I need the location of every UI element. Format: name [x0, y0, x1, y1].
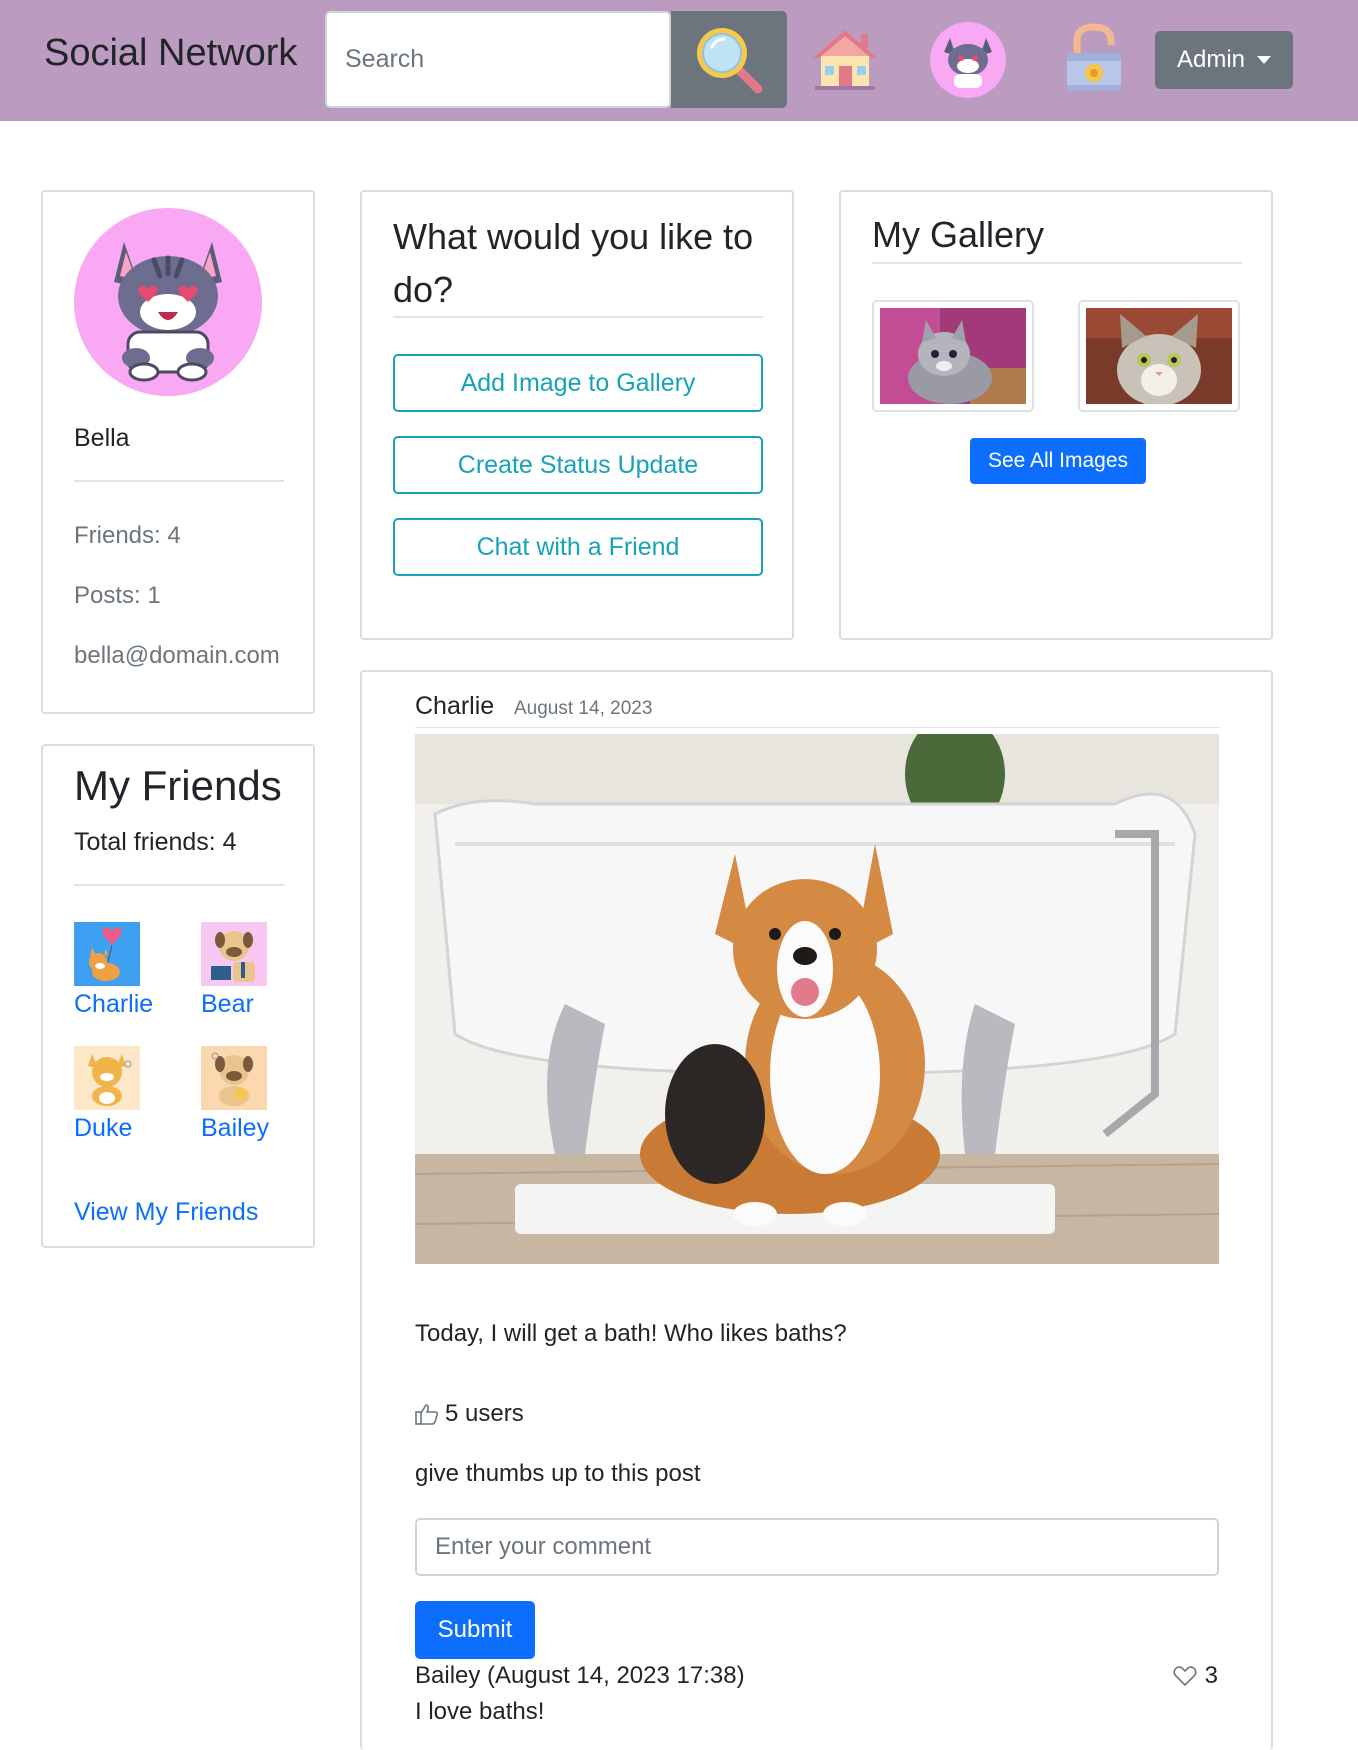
logout-lock-icon[interactable] [1054, 20, 1134, 100]
see-all-images-button[interactable]: See All Images [970, 438, 1146, 484]
friend-item-bear[interactable]: Bear [201, 922, 301, 1019]
profile-card: Bella Friends: 4 Posts: 1 bella@domain.c… [41, 190, 315, 714]
search-button[interactable] [671, 11, 787, 108]
friend-avatar [201, 1046, 267, 1110]
create-status-button[interactable]: Create Status Update [393, 436, 763, 494]
chevron-down-icon [1257, 56, 1272, 64]
friend-avatar [201, 922, 267, 986]
admin-label: Admin [1176, 46, 1246, 73]
gallery-image-kitten[interactable] [872, 300, 1034, 412]
friends-total: Total friends: 4 [74, 828, 237, 856]
profile-name: Bella [74, 424, 130, 452]
navbar: Social Network Search Admin [0, 0, 1358, 121]
search-input[interactable] [325, 11, 671, 108]
gallery-card: My Gallery See All Images [839, 190, 1273, 640]
thumbs-up-icon[interactable] [415, 1402, 439, 1426]
friend-name[interactable]: Bear [201, 990, 301, 1019]
heart-icon[interactable] [1173, 1665, 1197, 1687]
admin-dropdown-button[interactable]: Admin [1155, 31, 1293, 89]
friend-name[interactable]: Duke [74, 1114, 174, 1143]
home-icon[interactable] [805, 20, 885, 100]
friends-card: My Friends Total friends: 4 Charlie Bear… [41, 744, 315, 1248]
comment-meta: Bailey (August 14, 2023 17:38) [415, 1662, 745, 1689]
view-friends-link[interactable]: View My Friends [74, 1198, 258, 1227]
submit-comment-button[interactable]: Submit [415, 1601, 535, 1659]
comment-likes-count: 3 [1204, 1662, 1218, 1689]
profile-email: bella@domain.com [74, 642, 280, 669]
post-likes: 5 users [415, 1400, 524, 1428]
friend-name[interactable]: Bailey [201, 1114, 301, 1143]
post-card: Charlie August 14, 2023 Today, I will ge… [360, 670, 1273, 1750]
thumbs-up-label: give thumbs up to this post [415, 1460, 701, 1487]
comment-likes: 3 [1173, 1662, 1218, 1690]
post-author[interactable]: Charlie [415, 692, 494, 721]
divider [393, 316, 763, 318]
comment-text: I love baths! [415, 1698, 545, 1725]
post-likes-count: 5 users [445, 1400, 524, 1427]
gallery-image-cat[interactable] [1078, 300, 1240, 412]
add-image-button[interactable]: Add Image to Gallery [393, 354, 763, 412]
friends-title: My Friends [74, 762, 282, 809]
profile-posts-count: Posts: 1 [74, 582, 161, 609]
gallery-title: My Gallery [872, 214, 1045, 255]
friend-avatar [74, 922, 140, 986]
friend-item-bailey[interactable]: Bailey [201, 1046, 301, 1143]
friend-item-duke[interactable]: Duke [74, 1046, 174, 1143]
profile-friends-count: Friends: 4 [74, 522, 181, 549]
actions-title: What would you like to do? [393, 216, 754, 310]
post-image [415, 734, 1219, 1264]
friend-item-charlie[interactable]: Charlie [74, 922, 174, 1019]
user-avatar-icon[interactable] [928, 20, 1008, 100]
divider [415, 727, 1219, 728]
chat-friend-button[interactable]: Chat with a Friend [393, 518, 763, 576]
post-date: August 14, 2023 [514, 698, 653, 719]
divider [74, 884, 284, 886]
divider [872, 262, 1242, 264]
profile-avatar [74, 208, 262, 396]
comment-input[interactable] [415, 1518, 1219, 1576]
actions-card: What would you like to do? Add Image to … [360, 190, 794, 640]
brand-title[interactable]: Social Network [44, 32, 297, 75]
friend-name[interactable]: Charlie [74, 990, 174, 1019]
friend-avatar [74, 1046, 140, 1110]
divider [74, 480, 284, 482]
search-icon [697, 27, 763, 93]
post-text: Today, I will get a bath! Who likes bath… [415, 1320, 847, 1347]
